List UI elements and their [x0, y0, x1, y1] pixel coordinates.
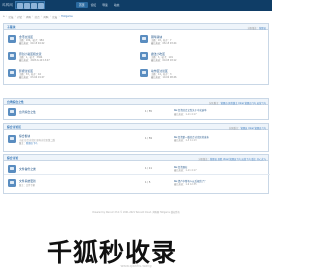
- forum-icon: [8, 35, 16, 43]
- forum-icon: [140, 35, 148, 43]
- forum-row[interactable]: 文件系统更新 版主：文件专家 1 / 5 Re:资产中所有人以后规范了？ 最后发…: [4, 176, 270, 191]
- nav-item-home[interactable]: 首页: [76, 2, 88, 8]
- forum-cell[interactable]: 金币交流区 主题：184，帖子：984 最后发表：09-15 04:22: [7, 33, 132, 47]
- forum-count: 1 / 55: [145, 110, 152, 113]
- forum-cell[interactable]: 动作区讨论区 主题：14，帖子：3 最后发表：10-02 08:46: [139, 67, 264, 81]
- logo-text: 鸡鸭网: [2, 3, 14, 7]
- main-nav: 首页 论坛 导读 动态: [76, 2, 122, 8]
- section-title[interactable]: 综合讨论: [7, 156, 18, 160]
- forum-last-post: 最后发表：10-02 08:46: [151, 76, 177, 80]
- forum-last-post: 最后发表：09-05 18:12: [151, 59, 177, 63]
- forum-last-post-date: 最后发表：1-5 11:13: [174, 139, 197, 143]
- nav-item-feed[interactable]: 动态: [111, 2, 123, 8]
- forum-icon: [140, 69, 148, 77]
- forum-icon: [8, 164, 16, 173]
- logo-mark-icon: [15, 1, 45, 9]
- top-navbar: 鸡鸭网 首页 论坛 导读 动态: [0, 0, 272, 11]
- watermark-banner: 千狐秒收录 www.qianhu.wang: [0, 224, 272, 273]
- forum-count: 1 / 5: [145, 180, 151, 184]
- forum-name[interactable]: 文件备份之类: [19, 167, 36, 171]
- section-title[interactable]: 台湾综合之性: [7, 100, 24, 104]
- forum-last-post-date: 最后发表：1-11 4:17: [174, 112, 197, 116]
- forum-last-post: 最后发表：2023-6-10 13:47: [19, 59, 50, 63]
- forum-icon: [140, 52, 148, 60]
- forum-row[interactable]: 台湾综合之性 1 / 55 Re:台湾综合之性关于中式选举 最后发表：1-11 …: [4, 106, 270, 119]
- forum-cell[interactable]: 原创小说区和交流 主题：1，帖子：3364 最后发表：2023-6-10 13:…: [7, 50, 132, 64]
- forum-count: 1 / 11: [145, 166, 152, 170]
- forum-last-post-date: 最后发表：1-9 12:35: [174, 183, 197, 187]
- forum-count: 1 / 59: [145, 136, 152, 140]
- site-logo[interactable]: 鸡鸭网: [2, 1, 46, 9]
- forum-category-section: 综合讨论 分区版主：管理员 其他 Ukiel 管理员飞鸟 运营飞鸟 版主 开心尤…: [3, 154, 270, 194]
- site-footer: Powered by Discuz! X3.4 © 2001-2021 Tenc…: [92, 211, 180, 214]
- breadcrumb-item[interactable]: 综合: [35, 15, 40, 19]
- section-header: 综合讨论区 分区版主：管理员 Ukiel 管理员飞鸟: [4, 124, 268, 130]
- forum-moderator: 版主：文件专家: [19, 184, 36, 187]
- section-header: 综合讨论 分区版主：管理员 其他 Ukiel 管理员飞鸟 运营飞鸟 版主 开心尤…: [4, 155, 268, 161]
- home-icon[interactable]: ⌂: [3, 15, 5, 18]
- breadcrumb: ⌂ › 论坛 › 讨论 › 鸡鸭 › 综合 › 鸡鸭 › 论坛 › Hollga…: [3, 15, 73, 19]
- forum-last-post-date: 最后发表：1-11 4:17: [174, 169, 197, 173]
- forum-icon: [8, 69, 16, 77]
- section-moderators: 分区版主：管理员: [247, 26, 266, 30]
- forum-category-section: 综合讨论区 分区版主：管理员 Ukiel 管理员飞鸟 综合板块 小说 综合讨论区…: [3, 123, 269, 152]
- watermark-url: www.qianhu.wang: [120, 264, 152, 268]
- section-moderators: 分区版主：管理员 其他版主 Ukiel 管理员飞鸟 运营飞鸟: [209, 101, 266, 105]
- forum-cell[interactable]: 魔法小吃区 主题：3，帖子：191 最后发表：09-05 18:12: [139, 50, 264, 64]
- section-header: 台湾综合之性 分区版主：管理员 其他版主 Ukiel 管理员飞鸟 运营飞鸟: [4, 99, 268, 105]
- forum-icon: [8, 178, 16, 187]
- forum-row[interactable]: 文件备份之类 1 / 11 Re:台湾现在 最后发表：1-11 4:17: [4, 162, 270, 175]
- breadcrumb-item[interactable]: 论坛: [52, 15, 57, 19]
- forum-last-post: 最后发表：09-15 04:22: [19, 42, 45, 46]
- forum-last-post: 最后发表：08-15 03:44: [151, 42, 177, 46]
- forum-last-post: 最后发表：03-04 19:27: [19, 76, 45, 80]
- section-header: 子版块 分区版主：管理员: [4, 24, 268, 30]
- subforum-section: 子版块 分区版主：管理员 金币交流区 主题：184，帖子：984 最后发表：09…: [3, 23, 269, 85]
- breadcrumb-item[interactable]: 鸡鸭: [43, 15, 48, 19]
- breadcrumb-item[interactable]: 论坛: [8, 15, 13, 19]
- forum-category-section: 台湾综合之性 分区版主：管理员 其他版主 Ukiel 管理员飞鸟 运营飞鸟 台湾…: [3, 98, 269, 120]
- forum-name[interactable]: 台湾综合之性: [19, 110, 36, 114]
- breadcrumb-item[interactable]: 鸡鸭: [26, 15, 31, 19]
- breadcrumb-item[interactable]: 讨论: [17, 15, 22, 19]
- forum-row[interactable]: 综合板块 小说 综合讨论区 原有讨论区第二版 版主：管理员飞鸟 1 / 59 R…: [4, 132, 270, 148]
- forum-moderator: 版主：管理员飞鸟: [19, 141, 38, 145]
- forum-cell[interactable]: 钢琴版块 主题：18，帖子：7 最后发表：08-15 03:44: [139, 33, 264, 47]
- forum-icon: [8, 52, 16, 60]
- forum-cell[interactable]: 影视讨论区 主题：33，帖子：16 最后发表：03-04 19:27: [7, 67, 132, 81]
- section-moderators: 分区版主：管理员 其他 Ukiel 管理员飞鸟 运营飞鸟 版主 开心尤与: [198, 157, 266, 161]
- section-title[interactable]: 综合讨论区: [7, 125, 21, 129]
- nav-item-forum[interactable]: 论坛: [88, 2, 100, 8]
- forum-icon: [8, 134, 16, 143]
- section-title[interactable]: 子版块: [7, 25, 15, 29]
- section-moderators: 分区版主：管理员 Ukiel 管理员飞鸟: [228, 126, 266, 130]
- breadcrumb-current: Hollgarou: [60, 15, 73, 18]
- nav-item-guide[interactable]: 导读: [99, 2, 111, 8]
- forum-icon: [8, 108, 16, 116]
